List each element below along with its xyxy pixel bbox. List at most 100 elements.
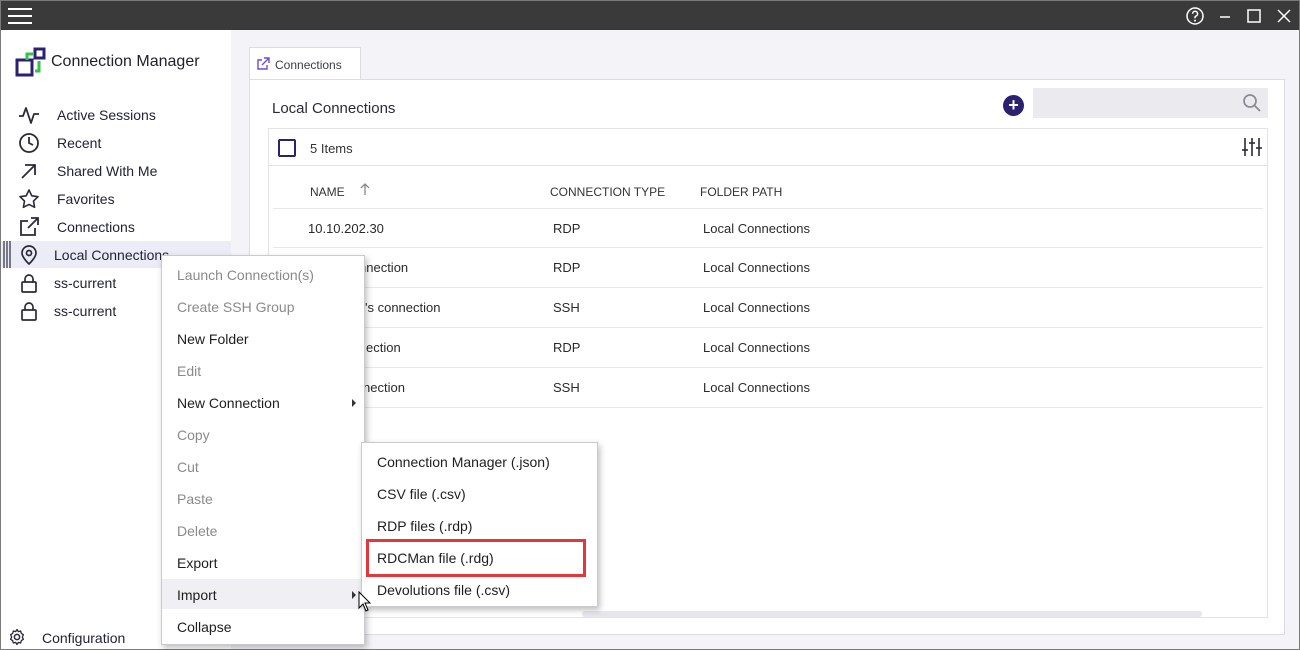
menu-item-import[interactable]: Import [162, 579, 364, 609]
menu-item-label: Devolutions file (.csv) [377, 582, 511, 598]
cell-type: SSH [553, 380, 580, 395]
cell-name: 10.10.202.30 [308, 221, 384, 236]
menu-item-import-csv[interactable]: CSV file (.csv) [362, 478, 597, 508]
lock-icon [18, 272, 40, 294]
cell-type: RDP [553, 340, 581, 355]
menu-item-paste[interactable]: Paste [162, 483, 364, 513]
clock-icon [18, 132, 40, 154]
cell-type: RDP [553, 260, 581, 275]
import-submenu: Connection Manager (.json) CSV file (.cs… [361, 442, 598, 607]
menu-item-label: New Connection [177, 395, 280, 411]
menu-item-label: Delete [177, 523, 218, 539]
submenu-arrow-icon [352, 399, 356, 407]
menu-item-edit[interactable]: Edit [162, 355, 364, 385]
hamburger-menu-icon[interactable] [8, 6, 34, 26]
map-pin-icon [18, 244, 40, 266]
menu-item-label: Launch Connection(s) [177, 267, 314, 283]
menu-item-launch-connections[interactable]: Launch Connection(s) [162, 259, 364, 289]
menu-item-import-devolutions[interactable]: Devolutions file (.csv) [362, 574, 597, 604]
close-icon[interactable] [1274, 6, 1294, 26]
cell-folder: Local Connections [703, 340, 810, 355]
sidebar-item-label: Local Connections [54, 247, 170, 263]
cell-name: nnection [359, 260, 409, 275]
highlight-annotation [366, 539, 586, 577]
menu-item-label: Collapse [177, 619, 232, 635]
search-icon[interactable] [1242, 93, 1262, 113]
menu-item-label: Edit [177, 363, 202, 379]
context-menu: Launch Connection(s) Create SSH Group Ne… [161, 255, 365, 645]
drag-handle-icon [3, 241, 13, 268]
add-connection-button[interactable]: + [1003, 95, 1024, 116]
menu-item-collapse[interactable]: Collapse [162, 611, 364, 641]
help-icon[interactable] [1185, 6, 1205, 26]
app-logo-icon [15, 47, 49, 79]
app-window: Connection Manager Active Sessions Recen… [0, 0, 1300, 650]
title-bar [1, 1, 1299, 30]
menu-item-label: New Folder [177, 331, 249, 347]
cell-name: nection [363, 380, 405, 395]
maximize-icon[interactable] [1244, 6, 1264, 26]
menu-item-export[interactable]: Export [162, 547, 364, 577]
submenu-arrow-icon [352, 591, 356, 599]
cell-folder: Local Connections [703, 300, 810, 315]
cell-folder: Local Connections [703, 221, 810, 236]
sort-ascending-icon[interactable] [359, 182, 371, 196]
column-header-connection-type[interactable]: CONNECTION TYPE [550, 185, 665, 199]
menu-item-label: CSV file (.csv) [377, 486, 466, 502]
sidebar-item-shared-with-me[interactable]: Shared With Me [1, 157, 231, 184]
activity-icon [18, 104, 40, 126]
configuration-label: Configuration [42, 630, 126, 646]
cell-folder: Local Connections [703, 380, 810, 395]
grid-toolbar: 5 Items [269, 129, 1267, 166]
panel-title: Local Connections [272, 100, 396, 117]
menu-item-import-rdp[interactable]: RDP files (.rdp) [362, 510, 597, 540]
cell-type: RDP [553, 221, 581, 236]
menu-item-label: Paste [177, 491, 213, 507]
cell-folder: Local Connections [703, 260, 810, 275]
table-row[interactable]: ection RDP Local Connections [273, 328, 1263, 368]
menu-item-create-ssh-group[interactable]: Create SSH Group [162, 291, 364, 321]
menu-item-import-json[interactable]: Connection Manager (.json) [362, 446, 597, 476]
menu-item-delete[interactable]: Delete [162, 515, 364, 545]
table-row[interactable]: nection SSH Local Connections [273, 368, 1263, 408]
external-link-icon [18, 216, 40, 238]
lock-icon [18, 300, 40, 322]
sidebar-item-label: Recent [57, 135, 102, 151]
menu-item-label: Copy [177, 427, 210, 443]
table-row[interactable]: 10.10.202.30 RDP Local Connections [273, 208, 1263, 248]
menu-item-label: RDP files (.rdp) [377, 518, 473, 534]
sidebar-item-connections[interactable]: Connections [1, 213, 231, 240]
sidebar-item-label: ss-current [54, 303, 117, 319]
search-input[interactable] [1033, 88, 1268, 118]
table-row[interactable]: nnection RDP Local Connections [273, 248, 1263, 288]
menu-item-label: Create SSH Group [177, 299, 295, 315]
sidebar-item-label: ss-current [54, 275, 117, 291]
menu-item-cut[interactable]: Cut [162, 451, 364, 481]
tab-connections[interactable]: Connections [249, 47, 361, 80]
item-count: 5 Items [310, 141, 353, 156]
sidebar-item-favorites[interactable]: Favorites [1, 185, 231, 212]
menu-item-label: Import [177, 587, 217, 603]
cell-name: ection [366, 340, 401, 355]
menu-item-label: Cut [177, 459, 199, 475]
app-title: Connection Manager [51, 53, 200, 70]
column-header-name[interactable]: NAME [310, 185, 345, 199]
horizontal-scrollbar[interactable] [582, 611, 1202, 617]
table-row[interactable]: 's connection SSH Local Connections [273, 288, 1263, 328]
select-all-checkbox[interactable] [278, 139, 296, 157]
column-settings-icon[interactable] [1241, 136, 1263, 158]
gear-icon [8, 628, 26, 646]
sidebar-item-label: Shared With Me [57, 163, 158, 179]
sidebar-item-label: Connections [57, 219, 135, 235]
menu-item-new-folder[interactable]: New Folder [162, 323, 364, 353]
mouse-cursor-icon [358, 590, 372, 613]
menu-item-copy[interactable]: Copy [162, 419, 364, 449]
minimize-icon[interactable] [1215, 6, 1235, 26]
tab-label: Connections [275, 58, 342, 72]
column-header-folder-path[interactable]: FOLDER PATH [700, 185, 782, 199]
external-link-icon [256, 57, 270, 71]
sidebar-item-active-sessions[interactable]: Active Sessions [1, 101, 231, 128]
menu-item-new-connection[interactable]: New Connection [162, 387, 364, 417]
sidebar-item-recent[interactable]: Recent [1, 129, 231, 156]
star-icon [18, 188, 40, 210]
